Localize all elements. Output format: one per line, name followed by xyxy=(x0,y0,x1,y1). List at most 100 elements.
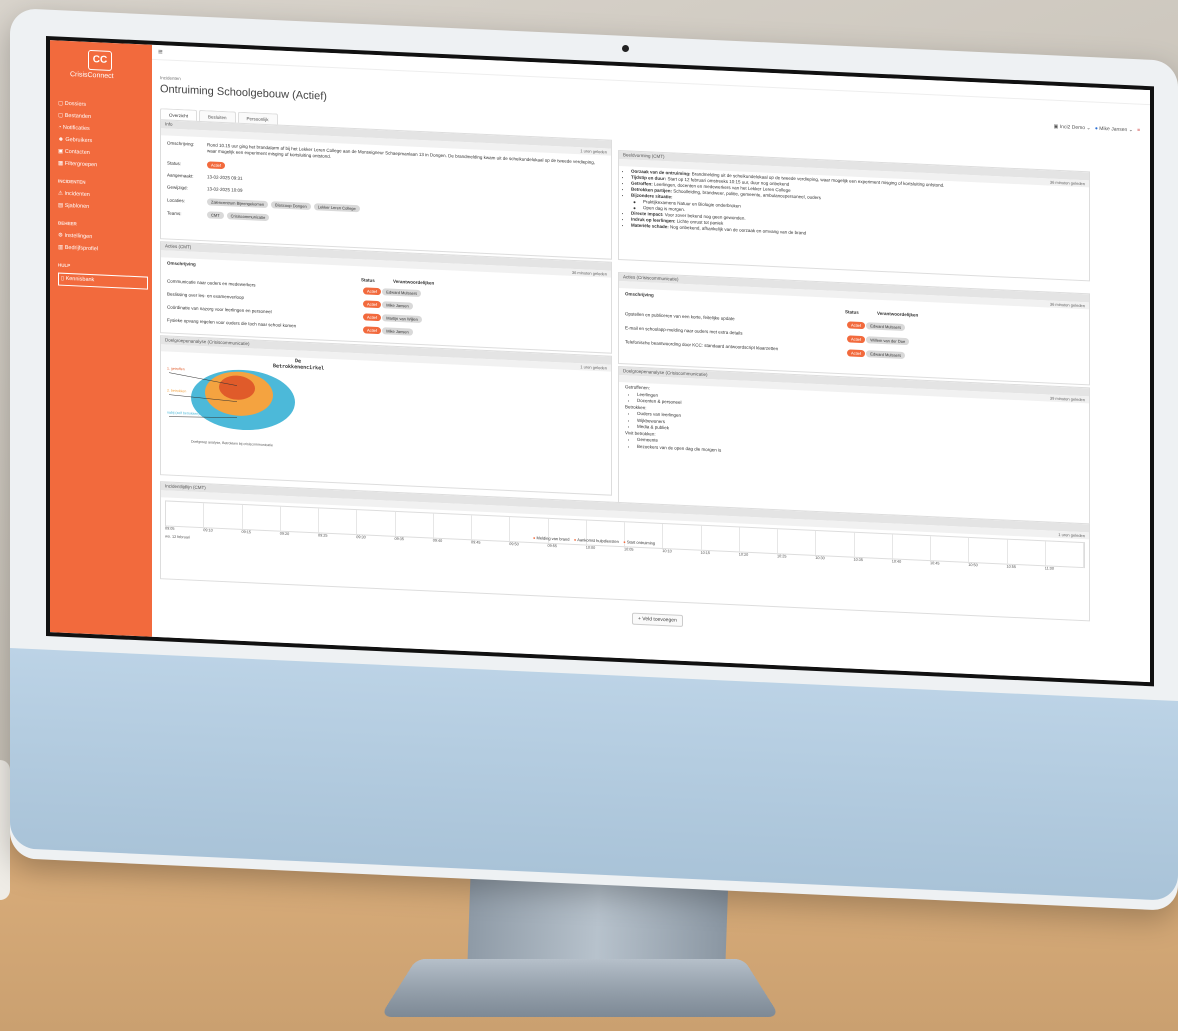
timeline-cell xyxy=(892,534,931,561)
status-badge: Actief xyxy=(847,349,866,358)
user-name[interactable]: Mike Jansen xyxy=(1099,126,1127,133)
location-chip[interactable]: Bioscoop Dongen xyxy=(271,201,311,211)
logo-icon: CC xyxy=(88,49,112,71)
tab-bar: Overzicht Besluiten Persoonlijk xyxy=(160,103,280,126)
timeline-cell xyxy=(319,508,358,535)
timeline-tick-label: 10:00 xyxy=(585,545,596,550)
location-chip[interactable]: Zalencentrum Bijeengekomen xyxy=(207,198,269,209)
timeline-cell xyxy=(280,506,319,533)
status-label: Status: xyxy=(167,160,182,167)
created-label: Aangemaakt: xyxy=(167,172,194,179)
locations-label: Locaties: xyxy=(167,197,186,204)
mug xyxy=(0,760,10,900)
filter-icon: ▦ xyxy=(58,160,65,167)
status-badge: Actief xyxy=(363,300,382,309)
monitor-foot xyxy=(379,958,781,1017)
modified-value: 13-02-2025 10:09 xyxy=(207,186,243,193)
template-icon: ▤ xyxy=(58,202,65,209)
timeline-tick-label: 10:50 xyxy=(968,562,978,568)
status-badge: Actief xyxy=(207,161,226,170)
timeline-tick-label: 10:55 xyxy=(1006,564,1017,570)
timeline-cell xyxy=(854,532,893,559)
user-menu[interactable]: ▣ Inci2 Demo ⌄ ● Mike Jansen ⌄ ≡ xyxy=(1054,124,1140,134)
brand-name: CrisisConnect xyxy=(70,71,114,81)
timeline-cell xyxy=(472,515,511,542)
timeline-tick-label: 10:40 xyxy=(891,559,902,564)
timeline-tick-label: 09:20 xyxy=(279,531,290,537)
status-badge: Actief xyxy=(363,326,382,335)
folder-icon: ▢ xyxy=(58,100,65,107)
language-flag-icon[interactable]: ≡ xyxy=(1137,128,1140,134)
target-left-panel: Doelgroepenanalyse (Crisiscommunicatie) … xyxy=(160,335,612,496)
target-right-panel: Doelgroepenanalyse (Crisiscommunicatie) … xyxy=(618,365,1090,528)
status-badge: Actief xyxy=(363,287,382,296)
timeline-cell xyxy=(701,525,740,552)
sidebar-section-incidenten: INCIDENTEN xyxy=(58,178,86,185)
stakeholder-circle-diagram xyxy=(168,369,295,431)
file-icon: ▢ xyxy=(58,112,65,119)
app-window: CC CrisisConnect ▢ Dossiers ▢ Bestanden … xyxy=(50,40,1150,683)
sidebar-section-hulp: HULP xyxy=(58,262,71,269)
timeline-cell xyxy=(739,527,778,554)
timeline-cell xyxy=(663,524,702,550)
timeline-tick-label: 09:50 xyxy=(509,542,519,547)
team-chip[interactable]: Crisiscommunicatie xyxy=(226,212,270,222)
owner-chip: Willem van der Doe xyxy=(866,336,910,346)
timeline-tick-label: 09:30 xyxy=(356,535,366,540)
locations-list: Zalencentrum Bijeengekomen Bioscoop Donge… xyxy=(207,198,363,213)
timeline-tick-label: 09:45 xyxy=(471,540,481,545)
timeline-tick-label: 09:05 xyxy=(165,526,175,531)
building-icon: ▥ xyxy=(58,244,65,251)
timeline-tick-label: 10:25 xyxy=(777,554,787,559)
monitor: CC CrisisConnect ▢ Dossiers ▢ Bestanden … xyxy=(10,8,1178,912)
timeline-tick-label: 10:10 xyxy=(662,548,672,554)
timeline-tick-label: 10:30 xyxy=(815,555,825,561)
assessment-panel: Beeldvorming (CMT) 36 minuten geleden Oo… xyxy=(618,149,1090,282)
team-chip[interactable]: CMT xyxy=(207,211,224,220)
timeline-cell xyxy=(816,530,855,557)
legend-marker: ● xyxy=(573,536,577,543)
timeline-tick-label: 09:15 xyxy=(241,529,252,535)
timeline-date: wo. 12 februari xyxy=(165,534,191,540)
description-label: Omschrijving: xyxy=(167,140,195,147)
info-panel: Info 1 uren geleden Omschrijving: Rond 1… xyxy=(160,119,612,260)
timeline-tick-label: 10:15 xyxy=(700,550,711,556)
sidebar-section-beheer: BEHEER xyxy=(58,220,77,227)
camera-icon xyxy=(622,45,629,52)
timeline-cell xyxy=(969,537,1008,564)
actions-comm-col-owner: Verantwoordelijken xyxy=(877,310,919,318)
timeline-cell xyxy=(433,513,472,540)
timeline-tick-label: 10:45 xyxy=(930,561,940,566)
ring-label: 1. getroffen xyxy=(167,366,185,372)
breadcrumb[interactable]: Incidenten xyxy=(160,75,181,81)
avatar: ● xyxy=(1094,125,1098,132)
timeline-tick-label: 11:00 xyxy=(1044,566,1054,571)
timeline-tick-label: 10:35 xyxy=(853,557,864,563)
location-chip[interactable]: Lekker Leren College xyxy=(313,203,360,213)
status-badge: Actief xyxy=(847,321,866,330)
timeline-cell xyxy=(1007,539,1046,566)
status-badge: Actief xyxy=(363,313,382,322)
timeline-cell xyxy=(931,536,970,562)
timeline-cell xyxy=(242,504,281,531)
status-value: Actief xyxy=(207,161,226,170)
owner-chip: Edward Mulsaers xyxy=(866,322,906,332)
actions-cmt-panel: Acties (CMT) 36 minuten geleden Omschrij… xyxy=(160,241,612,354)
timeline-tick-label: 09:10 xyxy=(203,528,213,533)
teams-list: CMT Crisiscommunicatie xyxy=(207,211,272,222)
org-menu[interactable]: Inci2 Demo xyxy=(1060,124,1085,131)
sidebar-item-kennisbank[interactable]: ▯ Kennisbank xyxy=(58,272,148,290)
actions-cmt-col-status: Status xyxy=(361,277,375,283)
owner-chip: Edward Mulsaers xyxy=(382,288,422,298)
timeline-cell xyxy=(778,529,817,555)
timeline-cell xyxy=(1045,541,1084,568)
main-content: ≡ Incidenten Ontruiming Schoolgebouw (Ac… xyxy=(152,44,1150,683)
screen: CC CrisisConnect ▢ Dossiers ▢ Bestanden … xyxy=(46,36,1154,687)
actions-comm-col-status: Status xyxy=(845,309,859,315)
owner-chip: Mike Jansen xyxy=(382,327,413,336)
timeline-cell xyxy=(395,511,434,538)
menu-icon[interactable]: ≡ xyxy=(158,47,163,56)
add-field-button[interactable]: + Veld toevoegen xyxy=(632,612,683,627)
timeline-tick-label: 09:35 xyxy=(394,536,405,542)
owner-chip: Edward Mulsaers xyxy=(866,350,906,360)
